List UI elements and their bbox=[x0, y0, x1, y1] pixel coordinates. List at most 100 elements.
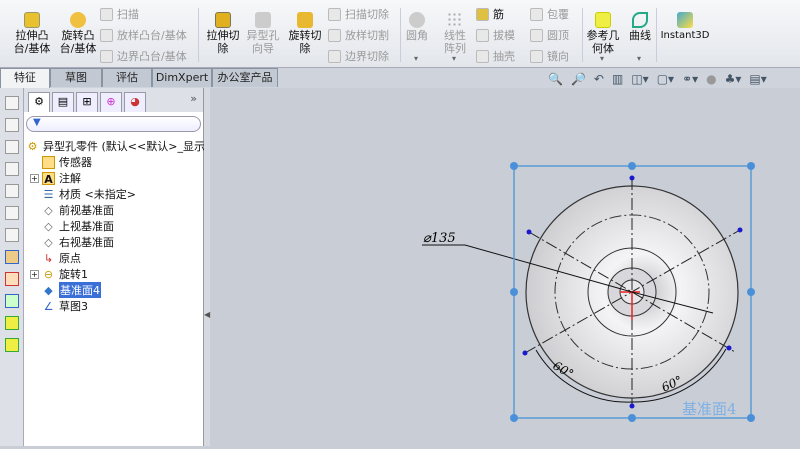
tree-item-sketch3[interactable]: ∠ 草图3 bbox=[42, 298, 88, 314]
extrude-boss-icon bbox=[24, 12, 40, 28]
reference-geometry-button[interactable]: 参考几何体 bbox=[586, 12, 620, 55]
extrude-cut-button[interactable]: 拉伸切除 bbox=[203, 12, 243, 55]
zoom-to-area-icon[interactable]: 🔎 bbox=[571, 72, 586, 86]
plane-icon: ◇ bbox=[44, 235, 53, 249]
tab-sketch[interactable]: 草图 bbox=[50, 68, 102, 87]
tab-evaluate[interactable]: 评估 bbox=[102, 68, 152, 87]
tree-item-material[interactable]: ☰ 材质 <未指定> bbox=[42, 186, 136, 202]
wrap-icon bbox=[530, 7, 543, 21]
configurationmanager-tab[interactable]: ⊞ bbox=[76, 92, 98, 112]
expand-more-button[interactable]: » bbox=[190, 92, 197, 112]
propertymanager-tab[interactable]: ▤ bbox=[52, 92, 74, 112]
tree-item-top-plane[interactable]: ◇ 上视基准面 bbox=[42, 218, 114, 234]
view-settings-icon[interactable]: ▤▾ bbox=[749, 72, 766, 86]
tree-item-sensors[interactable]: 传感器 bbox=[42, 154, 92, 170]
expand-icon[interactable]: + bbox=[30, 269, 39, 279]
hole-wizard-button[interactable]: 异型孔向导 bbox=[245, 12, 281, 55]
cube-view-icon[interactable] bbox=[5, 140, 19, 154]
extrude-boss-button[interactable]: 拉伸凸台/基体 bbox=[10, 12, 54, 55]
boundary-icon bbox=[100, 49, 113, 63]
relations-icon[interactable] bbox=[5, 294, 19, 308]
graphics-area[interactable]: ⌀135 60° 60° 基准面4 bbox=[210, 88, 800, 446]
hole-wizard-icon bbox=[255, 12, 271, 28]
cube-view-icon[interactable] bbox=[5, 228, 19, 242]
instant3d-icon bbox=[677, 12, 693, 28]
display-style-icon[interactable]: ▢▾ bbox=[657, 72, 674, 86]
dome-icon bbox=[530, 28, 543, 42]
fillet-button[interactable]: 圆角 bbox=[404, 12, 430, 42]
sensors-icon bbox=[42, 155, 55, 169]
section-view-icon[interactable]: ▥ bbox=[612, 72, 623, 86]
rib-icon bbox=[476, 7, 489, 21]
sweep-button[interactable]: 扫描 bbox=[100, 6, 139, 22]
revolve-cut-icon bbox=[297, 12, 313, 28]
tree-item-right-plane[interactable]: ◇ 右视基准面 bbox=[42, 234, 114, 250]
filter-icon: ▼ bbox=[33, 117, 41, 128]
tree-filter-input[interactable]: ▼ bbox=[26, 116, 201, 132]
diameter-dimension[interactable]: ⌀135 bbox=[423, 231, 456, 246]
sweep-icon bbox=[100, 7, 113, 21]
dimxpertmanager-tab[interactable]: ⊕ bbox=[100, 92, 122, 112]
display-manager-tab[interactable]: ◕ bbox=[124, 92, 146, 112]
tab-features[interactable]: 特征 bbox=[0, 68, 50, 88]
left-toolbar bbox=[0, 88, 24, 446]
linear-pattern-icon bbox=[447, 12, 463, 28]
annotations-icon: A bbox=[42, 171, 55, 186]
cube-view-icon[interactable] bbox=[5, 96, 19, 110]
draft-button[interactable]: 拔模 bbox=[476, 27, 515, 43]
tree-item-origin[interactable]: ↳ 原点 bbox=[42, 250, 81, 266]
tree-item-front-plane[interactable]: ◇ 前视基准面 bbox=[42, 202, 114, 218]
curves-icon bbox=[632, 12, 648, 28]
tree-item-annotations[interactable]: + A 注解 bbox=[24, 170, 81, 186]
view-orientation-icon[interactable]: ◫▾ bbox=[631, 72, 648, 86]
command-manager: 拉伸凸台/基体 旋转凸台/基体 扫描 放样凸台/基体 边界凸台/基体 拉伸切除 … bbox=[0, 0, 800, 68]
boundary-cut-icon bbox=[328, 49, 341, 63]
hide-show-items-icon[interactable]: ⚭▾ bbox=[682, 72, 698, 86]
featuremanager-tab[interactable]: ⚙ bbox=[28, 92, 50, 112]
revolve-icon: ⊖ bbox=[43, 267, 54, 281]
cube-view-icon[interactable] bbox=[5, 118, 19, 132]
tree-item-revolve1[interactable]: + ⊖ 旋转1 bbox=[24, 266, 88, 282]
cube-view-icon[interactable] bbox=[5, 184, 19, 198]
green-tool-icon[interactable] bbox=[5, 338, 19, 352]
loft-button[interactable]: 放样凸台/基体 bbox=[100, 27, 187, 43]
lofted-cut-icon bbox=[328, 28, 341, 42]
apply-scene-icon[interactable]: ♣▾ bbox=[725, 72, 742, 86]
plane-icon: ◆ bbox=[44, 283, 53, 297]
dome-button[interactable]: 圆顶 bbox=[530, 27, 569, 43]
edit-appearance-icon[interactable]: ● bbox=[706, 72, 716, 86]
expand-icon[interactable]: + bbox=[30, 173, 39, 183]
revolve-cut-button[interactable]: 旋转切除 bbox=[285, 12, 325, 55]
boundary-cut-button[interactable]: 边界切除 bbox=[328, 48, 389, 64]
draft-icon bbox=[476, 28, 489, 42]
tab-dimxpert[interactable]: DimXpert bbox=[152, 68, 212, 87]
tab-office-products[interactable]: 办公室产品 bbox=[212, 68, 278, 87]
instant3d-button[interactable]: Instant3D bbox=[660, 12, 710, 42]
revolve-boss-button[interactable]: 旋转凸台/基体 bbox=[56, 12, 100, 55]
feature-manager-panel: ⚙ ▤ ⊞ ⊕ ◕ » ▼ ⚙ 异型孔零件 (默认<<默认>_显示 传感器 + A 注… bbox=[24, 88, 205, 446]
wrap-button[interactable]: 包覆 bbox=[530, 6, 569, 22]
zoom-to-fit-icon[interactable]: 🔍 bbox=[548, 72, 563, 86]
rib-button[interactable]: 筋 bbox=[476, 6, 504, 22]
sketch-icon[interactable] bbox=[5, 250, 19, 264]
loft-icon bbox=[100, 28, 113, 42]
lofted-cut-button[interactable]: 放样切割 bbox=[328, 27, 389, 43]
model-view: ⌀135 60° 60° 基准面4 bbox=[422, 162, 755, 422]
swept-cut-button[interactable]: 扫描切除 bbox=[328, 6, 389, 22]
shell-button[interactable]: 抽壳 bbox=[476, 48, 515, 64]
green-tool-icon[interactable] bbox=[5, 316, 19, 330]
smart-dimension-icon[interactable] bbox=[5, 272, 19, 286]
linear-pattern-button[interactable]: 线性阵列 bbox=[440, 12, 470, 55]
boundary-boss-button[interactable]: 边界凸台/基体 bbox=[100, 48, 187, 64]
tree-item-plane4[interactable]: ◆ 基准面4 bbox=[42, 282, 101, 298]
revolve-boss-icon bbox=[70, 12, 86, 28]
cube-view-icon[interactable] bbox=[5, 206, 19, 220]
mirror-button[interactable]: 镜向 bbox=[530, 48, 569, 64]
tree-root-part[interactable]: ⚙ 异型孔零件 (默认<<默认>_显示 bbox=[26, 138, 205, 154]
curves-button[interactable]: 曲线 bbox=[626, 12, 654, 42]
sketch-icon: ∠ bbox=[43, 299, 54, 313]
cube-view-icon[interactable] bbox=[5, 162, 19, 176]
previous-view-icon[interactable]: ↶ bbox=[594, 72, 604, 86]
heads-up-view-toolbar: 🔍 🔎 ↶ ▥ ◫▾ ▢▾ ⚭▾ ● ♣▾ ▤▾ bbox=[548, 72, 767, 86]
shell-icon bbox=[476, 49, 489, 63]
